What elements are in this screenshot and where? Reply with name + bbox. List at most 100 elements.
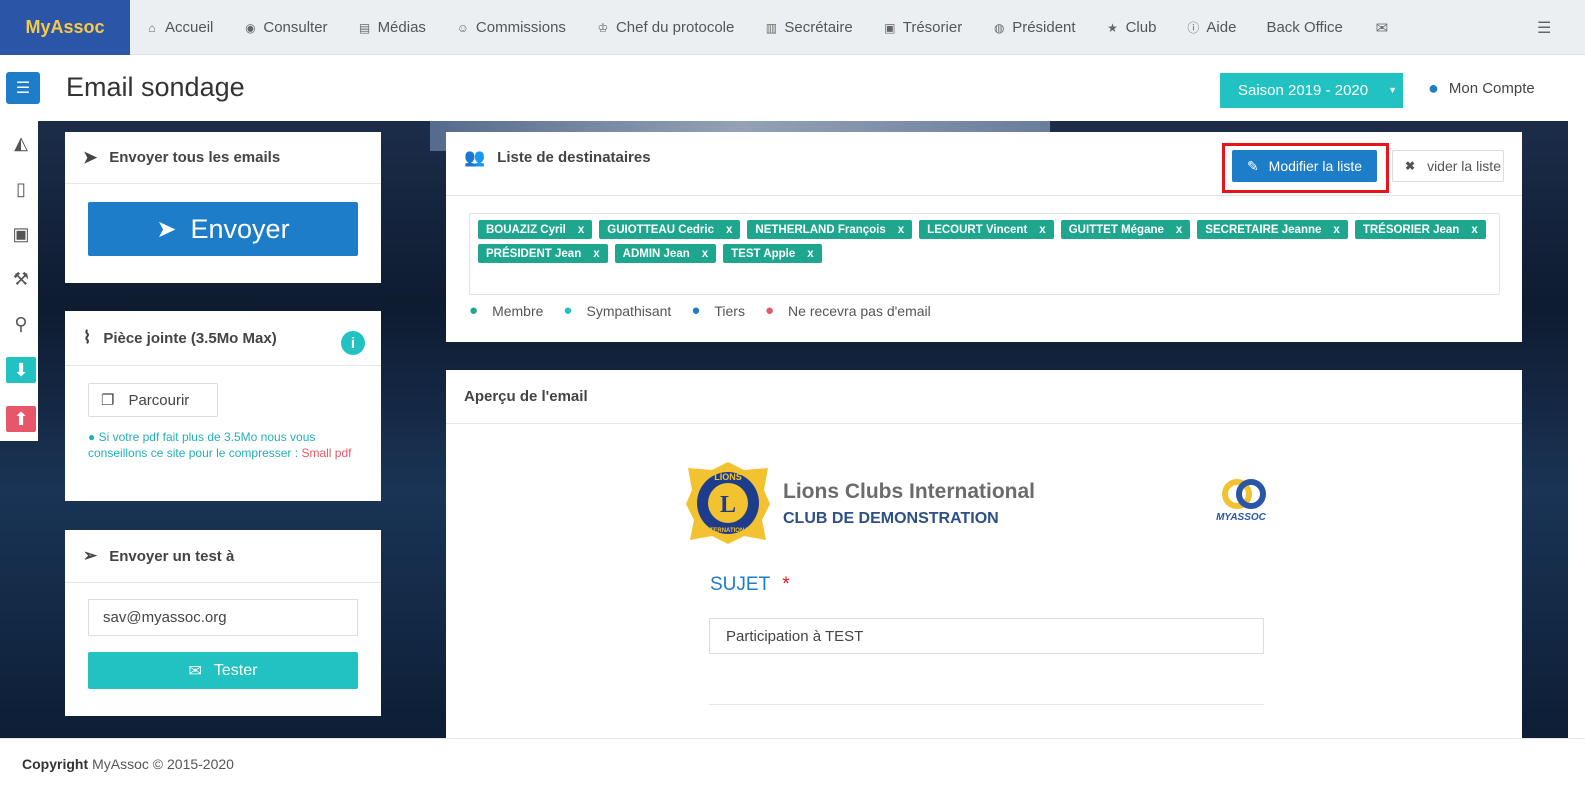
nav-item-label: Chef du protocole (615, 19, 735, 36)
required-mark: * (782, 574, 790, 595)
attachment-hint-text: Si votre pdf fait plus de 3.5Mo nous vou… (88, 430, 316, 460)
remove-tag-icon[interactable]: x (726, 224, 732, 236)
file-icon: ▤ (358, 20, 371, 35)
small-pdf-link[interactable]: Small pdf (301, 446, 351, 460)
myassoc-logo: MYASSOC (1216, 479, 1267, 523)
info-icon: ⓘ (1187, 21, 1200, 35)
recipient-tags[interactable]: BOUAZIZ Cyril x GUIOTTEAU Cedric x NETHERLAN… (469, 213, 1500, 295)
user-icon: ● (764, 302, 775, 319)
nav-item-back-office[interactable]: Back Office (1251, 0, 1357, 55)
arrow-down-icon[interactable]: ⬇ (6, 357, 36, 383)
nav-item-mail[interactable]: ✉ (1358, 0, 1412, 55)
modify-list-label: Modifier la liste (1268, 158, 1363, 174)
account-menu[interactable]: ● Mon Compte (1428, 78, 1535, 99)
recipient-tag-label: NETHERLAND François (755, 223, 886, 236)
nav-item-commissions[interactable]: ☺ Commissions (441, 0, 581, 55)
list-icon[interactable]: ☰ (1537, 18, 1555, 37)
nav-item-club[interactable]: ★ Club (1091, 0, 1172, 55)
send-all-button[interactable]: ➤ Envoyer (88, 202, 358, 256)
paper-plane-icon: ➤ (83, 147, 98, 167)
remove-tag-icon[interactable]: x (1333, 224, 1339, 236)
season-select-value: Saison 2019 - 2020 (1238, 82, 1369, 99)
nav-item-label: Consulter (263, 19, 328, 36)
subject-input[interactable]: Participation à TEST (709, 618, 1264, 654)
club-name: CLUB DE DEMONSTRATION (783, 510, 999, 527)
nav-item-label: Aide (1206, 19, 1237, 36)
nav-item-label: Secrétaire (784, 19, 853, 36)
area-chart-icon[interactable]: ◭ (9, 133, 33, 157)
nav-item-aide[interactable]: ⓘ Aide (1171, 0, 1251, 55)
info-icon[interactable]: i (341, 331, 365, 355)
brand-logo[interactable]: MyAssoc (0, 0, 130, 55)
book-icon: ▥ (765, 20, 778, 35)
season-select[interactable]: Saison 2019 - 2020 ▼ (1220, 73, 1403, 108)
remove-tag-icon[interactable]: x (1039, 224, 1045, 236)
remove-tag-icon[interactable]: x (593, 248, 599, 260)
recipient-tag: TEST Apple x (723, 244, 822, 263)
recipient-tag-label: TEST Apple (731, 247, 796, 260)
recipient-tag-label: SECRETAIRE Jeanne (1205, 223, 1322, 236)
recipient-tag-label: GUITTET Mégane (1068, 223, 1164, 236)
users-icon: 👥 (464, 147, 486, 167)
caret-down-icon: ▼ (1388, 85, 1397, 95)
clear-list-button[interactable]: ✖ vider la liste (1392, 150, 1504, 182)
test-button[interactable]: ✉ Tester (88, 652, 358, 689)
legend-item: ● Ne recevra pas d'email (765, 302, 931, 319)
send-test-header: ➢ Envoyer un test à (65, 530, 381, 583)
user-icon: ● (691, 302, 701, 319)
nav-item-consulter[interactable]: ◉ Consulter (228, 0, 342, 55)
modify-list-button[interactable]: ✎ Modifier la liste (1232, 150, 1377, 182)
test-email-input[interactable]: sav@myassoc.org (88, 599, 358, 636)
recipient-tag: SECRETAIRE Jeanne x (1197, 220, 1348, 239)
myassoc-logo-text: MYASSOC (1216, 512, 1267, 523)
remove-tag-icon[interactable]: x (1471, 224, 1477, 236)
recipient-tag: ADMIN Jean x (614, 244, 717, 263)
paper-plane-outline-icon: ➢ (83, 546, 98, 565)
main-nav: ⌂ Accueil ◉ Consulter ▤ Médias ☺ Commissions ♔ Ch… (130, 0, 1412, 55)
legend-label: Ne recevra pas d'email (788, 302, 931, 319)
preview-header: Aperçu de l'email (446, 370, 1522, 424)
divider (709, 704, 1264, 705)
info-circle-icon: ● (88, 430, 99, 444)
send-test-title: Envoyer un test à (109, 547, 235, 565)
clear-list-label: vider la liste (1427, 158, 1501, 174)
recipient-tag-label: PRÉSIDENT Jean (486, 247, 582, 260)
recipients-title: Liste de destinataires (497, 149, 651, 166)
menu-toggle-button[interactable]: ☰ (6, 72, 40, 104)
remove-tag-icon[interactable]: x (807, 248, 813, 260)
nav-item-label: Accueil (165, 19, 214, 36)
send-test-panel: ➢ Envoyer un test à sav@myassoc.org ✉ Te… (65, 530, 381, 716)
lions-logo-top-text: LIONS (714, 472, 742, 482)
legend-label: Tiers (714, 302, 745, 319)
recipient-tag-label: BOUAZIZ Cyril (486, 223, 566, 236)
copy-icon: ❐ (101, 392, 115, 409)
map-marker-icon[interactable]: ⚲ (9, 314, 33, 338)
document-icon[interactable]: ▯ (9, 179, 33, 203)
preview-panel: Aperçu de l'email L LIONS INTERNATIONAL … (446, 370, 1522, 738)
money-icon[interactable]: ▣ (9, 224, 33, 248)
paperclip-icon: ⌇ (83, 328, 92, 347)
nav-item-pr-sident[interactable]: ◍ Président (977, 0, 1090, 55)
nav-item-label: Club (1125, 19, 1157, 36)
recipient-tag-label: LECOURT Vincent (927, 223, 1028, 236)
browse-button-label: Parcourir (128, 391, 190, 409)
nav-item-m-dias[interactable]: ▤ Médias (343, 0, 441, 55)
footer-copyright-label: Copyright (22, 756, 89, 772)
attachment-title: Pièce jointe (3.5Mo Max) (103, 329, 277, 347)
browse-button[interactable]: ❐ Parcourir (88, 383, 218, 417)
nav-item-secr-taire[interactable]: ▥ Secrétaire (749, 0, 867, 55)
nav-item-tr-sorier[interactable]: ▣ Trésorier (868, 0, 977, 55)
arrow-up-icon[interactable]: ⬆ (6, 406, 36, 432)
nav-item-label: Commissions (475, 19, 566, 36)
nav-item-accueil[interactable]: ⌂ Accueil (130, 0, 228, 55)
home-icon: ⌂ (148, 20, 156, 35)
remove-tag-icon[interactable]: x (578, 224, 584, 236)
envelope-icon: ✉ (188, 662, 202, 680)
top-navbar: MyAssoc ⌂ Accueil ◉ Consulter ▤ Médias ☺ Commis… (0, 0, 1585, 55)
nav-item-chef-du-protocole[interactable]: ♔ Chef du protocole (581, 0, 749, 55)
remove-tag-icon[interactable]: x (1176, 224, 1182, 236)
remove-tag-icon[interactable]: x (898, 224, 904, 236)
wrench-icon[interactable]: ⚒ (9, 269, 33, 293)
star-icon: ★ (1107, 20, 1118, 35)
remove-tag-icon[interactable]: x (702, 248, 708, 260)
